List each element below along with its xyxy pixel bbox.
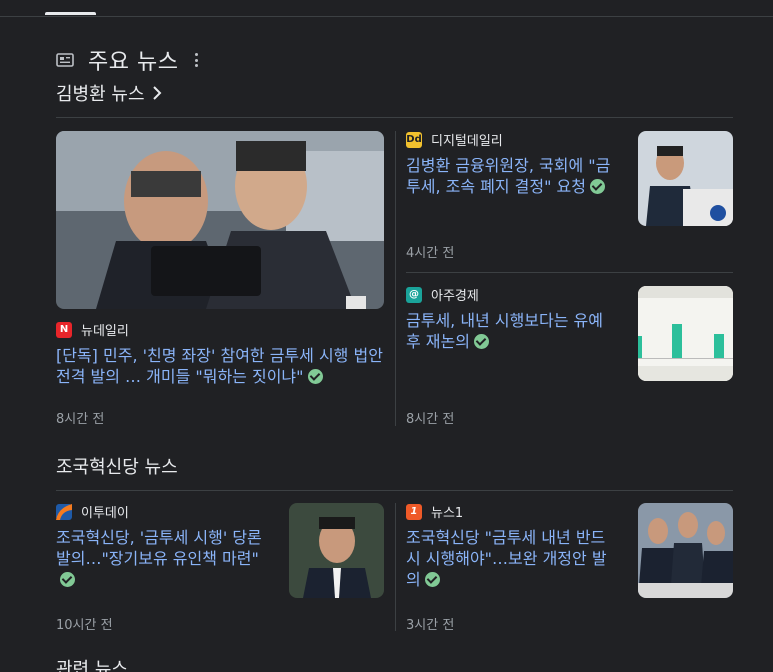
verified-check-icon xyxy=(307,369,323,384)
article-image-main[interactable] xyxy=(56,131,384,309)
source-name: 뉴데일리 xyxy=(81,324,129,339)
active-tab-indicator xyxy=(45,12,96,15)
headline-text: [단독] 민주, '친명 좌장' 참여한 금투세 시행 법안 전격 발의 … 개… xyxy=(56,346,383,386)
headline-text: 조국혁신당, '금투세 시행' 당론발의…"장기보유 유인책 마련" xyxy=(56,528,262,568)
column-divider xyxy=(395,131,396,426)
article-time: 8시간 전 xyxy=(406,412,455,427)
article-divider xyxy=(406,272,733,273)
source-logo: @ xyxy=(406,286,422,303)
source-name: 아주경제 xyxy=(431,289,479,304)
column-divider xyxy=(395,503,396,631)
verified-check-icon xyxy=(424,572,440,587)
article-source: N 뉴데일리 xyxy=(56,320,129,339)
article-source: 이투데이 xyxy=(56,502,129,521)
section-divider xyxy=(56,117,733,118)
newspaper-icon xyxy=(56,53,74,67)
source-name: 디지털데일리 xyxy=(431,134,503,149)
top-tab-strip xyxy=(0,0,773,17)
topic-title[interactable]: 조국혁신당 뉴스 xyxy=(56,453,178,479)
article-thumbnail[interactable] xyxy=(289,503,384,598)
next-section-title: 관련 뉴스 xyxy=(56,659,128,672)
source-logo: N xyxy=(56,321,72,338)
chevron-right-icon xyxy=(152,86,161,100)
article-thumbnail[interactable] xyxy=(638,503,733,598)
article-headline[interactable]: 조국혁신당, '금투세 시행' 당론발의…"장기보유 유인책 마련" xyxy=(56,527,271,590)
article-headline[interactable]: 김병환 금융위원장, 국회에 "금투세, 조속 폐지 결정" 요청 xyxy=(406,155,616,197)
article-thumbnail[interactable] xyxy=(638,286,733,381)
verified-check-icon xyxy=(473,334,489,349)
article-headline[interactable]: [단독] 민주, '친명 좌장' 참여한 금투세 시행 법안 전격 발의 … 개… xyxy=(56,345,384,387)
section-title: 주요 뉴스 xyxy=(88,50,179,75)
article-source: Dd 디지털데일리 xyxy=(406,130,503,149)
article-time: 4시간 전 xyxy=(406,246,455,261)
source-logo xyxy=(56,503,72,520)
news-page: 주요 뉴스 김병환 뉴스 N 뉴데일리 [단독] 민주, '친명 좌장' 참여한 xyxy=(0,0,773,672)
section-divider xyxy=(56,490,733,491)
verified-check-icon xyxy=(590,179,605,194)
headline-text: 금투세, 내년 시행보다는 유예 후 재논의 xyxy=(406,311,603,351)
article-source: 1 뉴스1 xyxy=(406,502,463,521)
article-time: 10시간 전 xyxy=(56,618,113,633)
article-time: 8시간 전 xyxy=(56,412,105,427)
source-name: 이투데이 xyxy=(81,506,129,521)
verified-check-icon xyxy=(60,572,75,587)
article-source: @ 아주경제 xyxy=(406,285,479,304)
article-headline[interactable]: 조국혁신당 "금투세 내년 반드시 시행해야"…보완 개정안 발의 xyxy=(406,527,616,590)
source-name: 뉴스1 xyxy=(431,506,464,521)
source-logo: Dd xyxy=(406,131,422,148)
article-thumbnail[interactable] xyxy=(638,131,733,226)
topic-title: 김병환 뉴스 xyxy=(56,84,145,105)
article-time: 3시간 전 xyxy=(406,618,455,633)
section-header: 주요 뉴스 xyxy=(56,46,198,75)
article-headline[interactable]: 금투세, 내년 시행보다는 유예 후 재논의 xyxy=(406,310,616,352)
headline-text: 김병환 금융위원장, 국회에 "금투세, 조속 폐지 결정" 요청 xyxy=(406,156,611,196)
topic-link-kim[interactable]: 김병환 뉴스 xyxy=(56,80,163,106)
source-logo: 1 xyxy=(406,503,422,520)
more-vert-icon[interactable] xyxy=(194,53,198,67)
